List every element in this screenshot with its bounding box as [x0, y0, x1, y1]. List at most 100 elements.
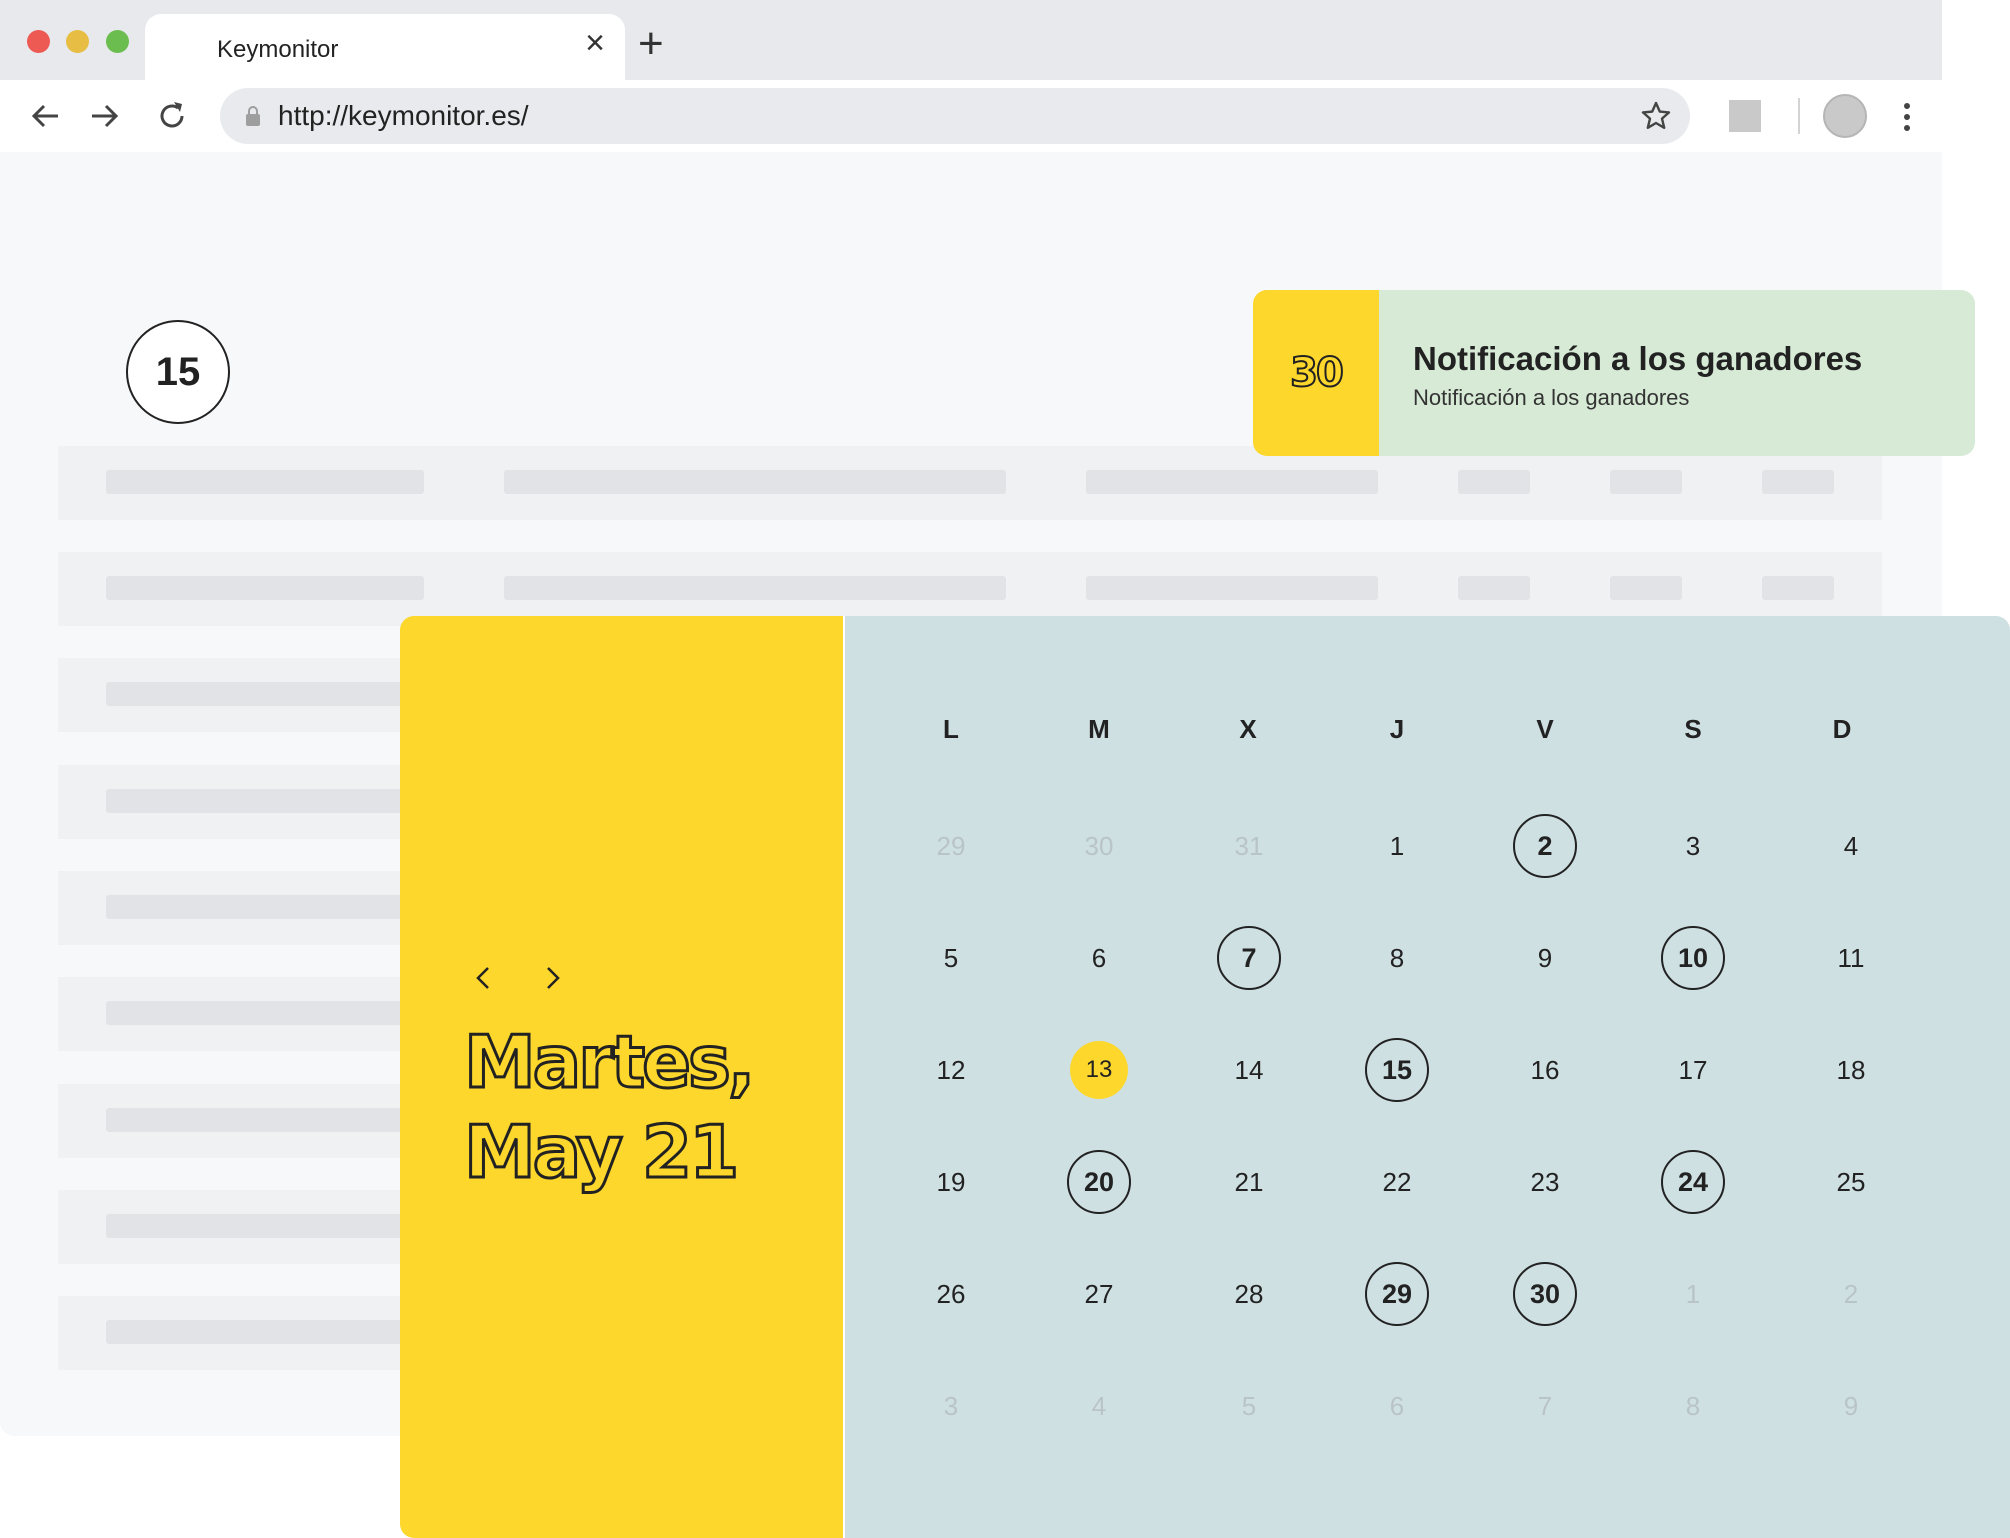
calendar-day[interactable]: 19: [916, 1147, 986, 1217]
selected-weekday: Martes,: [462, 1025, 756, 1100]
calendar-day-event[interactable]: 20: [1067, 1150, 1131, 1214]
calendar-day[interactable]: 9: [1510, 923, 1580, 993]
calendar-day[interactable]: 26: [916, 1259, 986, 1329]
address-bar[interactable]: http://keymonitor.es/: [220, 88, 1690, 144]
calendar-day-today[interactable]: 13: [1070, 1041, 1128, 1099]
calendar-day[interactable]: 1: [1362, 811, 1432, 881]
reload-icon[interactable]: [152, 96, 192, 136]
lock-icon: [246, 106, 260, 126]
calendar-day[interactable]: 4: [1816, 811, 1886, 881]
new-tab-icon[interactable]: +: [638, 22, 664, 66]
more-menu-icon[interactable]: [1903, 102, 1911, 132]
placeholder-bar: [106, 1214, 424, 1238]
notification-title: Notificación a los ganadores: [1413, 340, 1863, 377]
placeholder-bar: [1086, 576, 1378, 600]
chevron-left-icon[interactable]: [472, 962, 496, 994]
notification-date-box: 30: [1253, 290, 1379, 456]
chevron-right-icon[interactable]: [540, 962, 564, 994]
calendar-day[interactable]: 30: [1064, 811, 1134, 881]
weekday-header: L: [943, 714, 959, 744]
browser-toolbar: http://keymonitor.es/: [0, 80, 1942, 152]
maximize-window-button[interactable]: [106, 30, 129, 53]
placeholder-bar: [106, 1001, 424, 1025]
calendar-grid: L M X J V S D 29 30 31 1 2 3 4 5 6 7 8 9 10 11 12 13 14 15 16 17 18…: [843, 616, 2010, 1538]
placeholder-bar: [1458, 470, 1530, 494]
placeholder-bar: [106, 1320, 424, 1344]
placeholder-bar: [106, 895, 424, 919]
url-text: http://keymonitor.es/: [278, 100, 529, 131]
calendar-day-event[interactable]: 30: [1513, 1262, 1577, 1326]
weekday-header: J: [1389, 714, 1405, 744]
placeholder-bar: [1458, 576, 1530, 600]
forward-arrow-icon[interactable]: [84, 96, 124, 136]
calendar-day[interactable]: 9: [1816, 1371, 1886, 1441]
placeholder-bar: [106, 470, 424, 494]
calendar-day[interactable]: 3: [916, 1371, 986, 1441]
weekday-header: V: [1536, 714, 1554, 744]
calendar-day-event[interactable]: 2: [1513, 814, 1577, 878]
close-window-button[interactable]: [27, 30, 50, 53]
weekday-header: D: [1832, 714, 1852, 744]
calendar-day[interactable]: 29: [916, 811, 986, 881]
calendar-day[interactable]: 6: [1064, 923, 1134, 993]
calendar-day[interactable]: 25: [1816, 1147, 1886, 1217]
calendar-day-event[interactable]: 24: [1661, 1150, 1725, 1214]
calendar-day-event[interactable]: 15: [1365, 1038, 1429, 1102]
calendar-day[interactable]: 8: [1362, 923, 1432, 993]
close-tab-icon[interactable]: ×: [585, 26, 605, 60]
calendar-day-event[interactable]: 29: [1365, 1262, 1429, 1326]
browser-tab[interactable]: Keymonitor ×: [145, 14, 625, 80]
calendar-day[interactable]: 21: [1214, 1147, 1284, 1217]
calendar-day[interactable]: 4: [1064, 1371, 1134, 1441]
calendar-day[interactable]: 8: [1658, 1371, 1728, 1441]
calendar-day[interactable]: 23: [1510, 1147, 1580, 1217]
calendar-day[interactable]: 22: [1362, 1147, 1432, 1217]
calendar-widget: Martes, May 21 L M X J V S D 29 30 31 1 2 3 4 5 6 7 8 9 10 1…: [400, 616, 2010, 1538]
calendar-day[interactable]: 1: [1658, 1259, 1728, 1329]
weekday-header: S: [1684, 714, 1702, 744]
selected-weekday-text: Martes,: [462, 1020, 756, 1104]
calendar-day[interactable]: 5: [916, 923, 986, 993]
calendar-day[interactable]: 2: [1816, 1259, 1886, 1329]
placeholder-bar: [1610, 576, 1682, 600]
placeholder-bar: [106, 789, 424, 813]
extension-icon[interactable]: [1729, 100, 1761, 132]
notification-number: 30: [1289, 349, 1345, 397]
calendar-day[interactable]: 12: [916, 1035, 986, 1105]
weekday-header: X: [1239, 714, 1257, 744]
table-row: [58, 552, 1882, 626]
bookmark-star-icon[interactable]: [1640, 100, 1672, 132]
calendar-day[interactable]: 17: [1658, 1035, 1728, 1105]
table-row: [58, 446, 1882, 520]
calendar-day-event[interactable]: 7: [1217, 926, 1281, 990]
profile-avatar[interactable]: [1823, 94, 1867, 138]
calendar-day[interactable]: 14: [1214, 1035, 1284, 1105]
placeholder-bar: [106, 576, 424, 600]
toolbar-divider: [1798, 98, 1800, 134]
calendar-day[interactable]: 28: [1214, 1259, 1284, 1329]
selected-date: May 21: [462, 1115, 740, 1190]
weekday-header: M: [1088, 714, 1110, 744]
calendar-day[interactable]: 5: [1214, 1371, 1284, 1441]
calendar-day[interactable]: 18: [1816, 1035, 1886, 1105]
placeholder-bar: [106, 1108, 424, 1132]
calendar-day-event[interactable]: 10: [1661, 926, 1725, 990]
calendar-date-panel: Martes, May 21: [400, 616, 843, 1538]
calendar-day[interactable]: 7: [1510, 1371, 1580, 1441]
calendar-day[interactable]: 11: [1816, 923, 1886, 993]
minimize-window-button[interactable]: [66, 30, 89, 53]
back-arrow-icon[interactable]: [26, 96, 66, 136]
calendar-day[interactable]: 6: [1362, 1371, 1432, 1441]
notification-card[interactable]: 30 Notificación a los ganadores Notifica…: [1253, 290, 1975, 456]
placeholder-bar: [504, 576, 1006, 600]
calendar-day[interactable]: 27: [1064, 1259, 1134, 1329]
tab-bar: Keymonitor × +: [0, 0, 1942, 80]
calendar-day[interactable]: 31: [1214, 811, 1284, 881]
placeholder-bar: [1086, 470, 1378, 494]
placeholder-bar: [1762, 470, 1834, 494]
placeholder-bar: [106, 682, 424, 706]
calendar-day[interactable]: 16: [1510, 1035, 1580, 1105]
date-badge: 15: [126, 320, 230, 424]
calendar-day[interactable]: 3: [1658, 811, 1728, 881]
placeholder-bar: [1762, 576, 1834, 600]
